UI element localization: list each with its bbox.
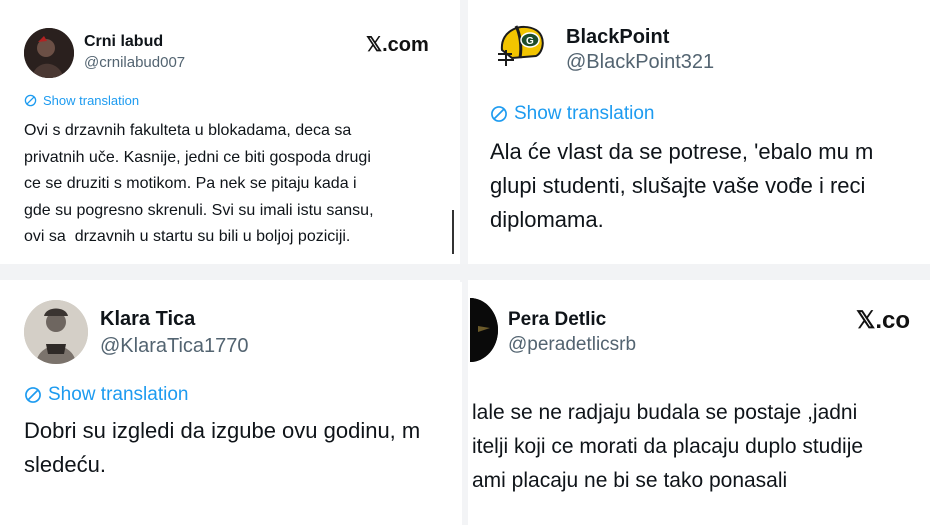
svg-text:G: G	[526, 36, 534, 47]
avatar[interactable]	[24, 300, 88, 364]
username-handle[interactable]: @KlaraTica1770	[100, 335, 249, 358]
username-handle[interactable]: @crnilabud007	[84, 54, 185, 71]
show-translation-label: Show translation	[43, 93, 140, 108]
green-bay-helmet-icon[interactable]: G	[492, 18, 550, 76]
display-name[interactable]: Pera Detlic	[508, 309, 606, 331]
tweet-card-blackpoint: G BlackPoint @BlackPoint321 Show transla…	[470, 0, 930, 262]
tweet-text: Ovi s drzavnih fakulteta u blokadama, de…	[24, 122, 374, 245]
tweet-text: lale se ne radjaju budala se postaje ,ja…	[472, 401, 864, 492]
panel-divider-horizontal	[0, 264, 930, 280]
tweet-text: Ala će vlast da se potrese, 'ebalo mu m …	[490, 139, 874, 232]
x-com-logo: 𝕏.com	[366, 34, 429, 56]
show-translation-label: Show translation	[514, 103, 655, 124]
show-translation-link[interactable]: Show translation	[24, 93, 139, 108]
avatar[interactable]	[470, 298, 498, 362]
tweet-card-pera-detlic: Pera Detlic @peradetlicsrb 𝕏.co lale se …	[470, 282, 930, 525]
avatar[interactable]	[24, 28, 74, 78]
show-translation-link[interactable]: Show translation	[24, 384, 188, 406]
show-translation-link[interactable]: Show translation	[490, 103, 654, 125]
translate-icon	[24, 94, 37, 107]
display-name[interactable]: Klara Tica	[100, 308, 195, 331]
translate-icon	[24, 386, 42, 404]
username-handle[interactable]: @BlackPoint321	[566, 51, 714, 74]
show-translation-label: Show translation	[48, 384, 189, 405]
tweet-text: Dobri su izgledi da izgube ovu godinu, m…	[24, 418, 421, 477]
text-cursor	[452, 210, 454, 254]
tweet-card-klara-tica: Klara Tica @KlaraTica1770 Show translati…	[0, 282, 462, 525]
display-name[interactable]: Crni labud	[84, 33, 163, 51]
username-handle[interactable]: @peradetlicsrb	[508, 334, 636, 356]
translate-icon	[490, 105, 508, 123]
display-name[interactable]: BlackPoint	[566, 26, 669, 49]
tweet-card-crni-labud: Crni labud @crnilabud007 𝕏.com Show tran…	[0, 0, 458, 262]
x-com-logo: 𝕏.co	[856, 307, 911, 334]
